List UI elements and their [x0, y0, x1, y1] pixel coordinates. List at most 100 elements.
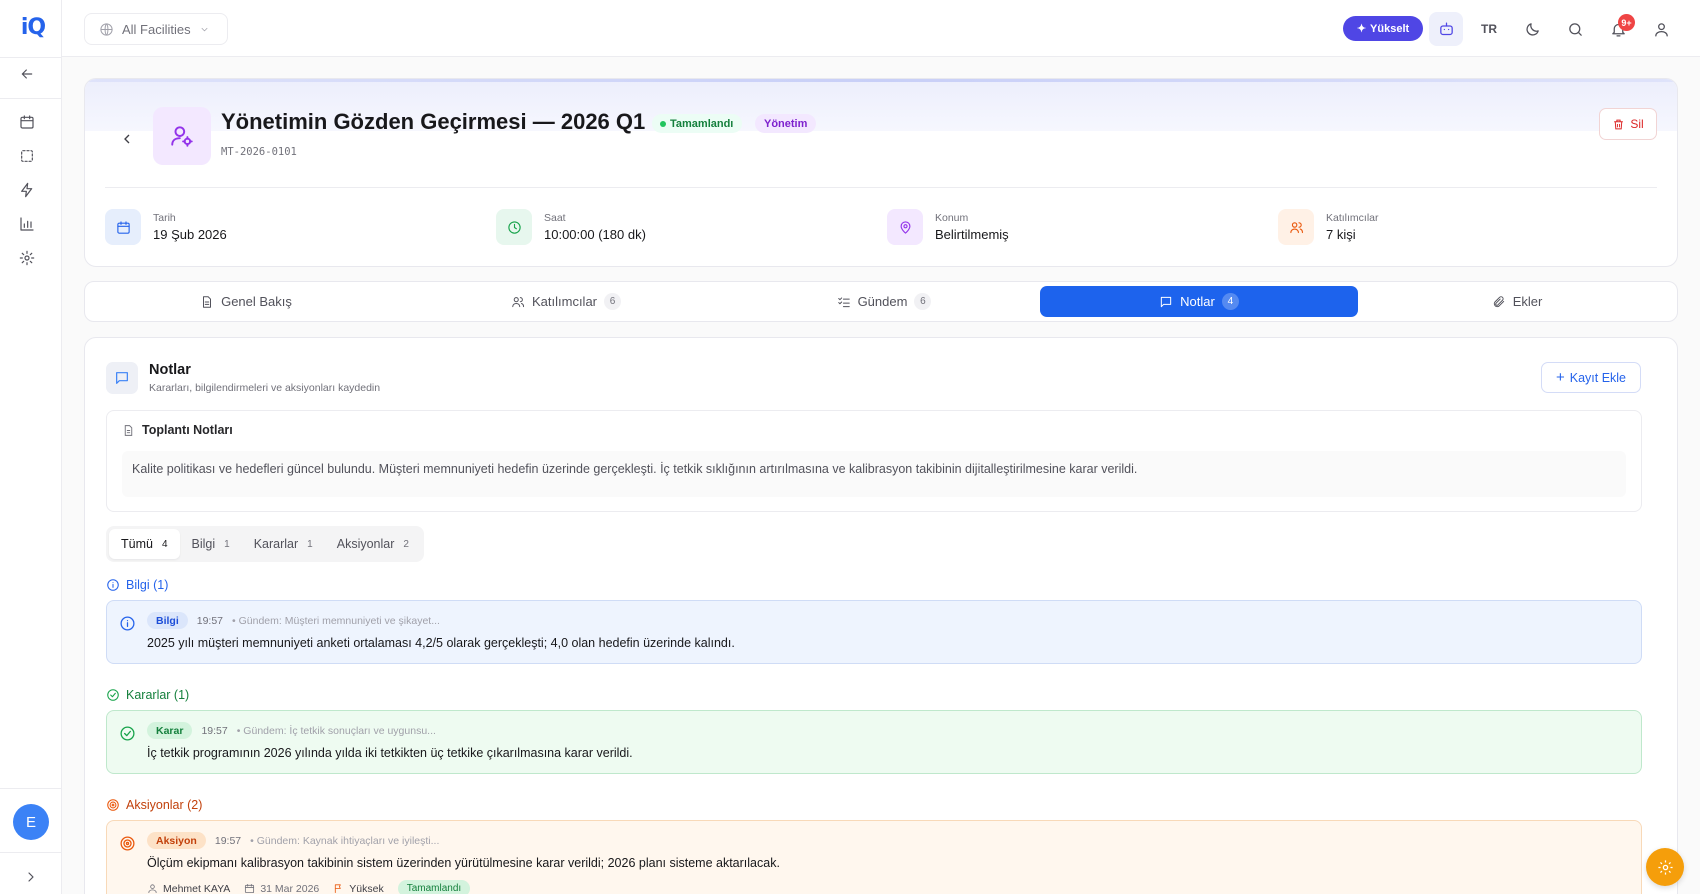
info-time: Saat 10:00:00 (180 dk): [496, 209, 646, 245]
info-value: 7 kişi: [1326, 227, 1356, 242]
filter-count: 1: [224, 538, 230, 550]
list-check-icon: [837, 296, 850, 307]
sidebar-divider: [0, 852, 62, 853]
tab-attachments[interactable]: Ekler: [1361, 286, 1673, 317]
info-label: Konum: [935, 212, 969, 224]
entry-meta: Bilgi 19:57 • Gündem: Müşteri memnuniyet…: [147, 612, 440, 629]
entry-agenda: • Gündem: Kaynak ihtiyaçları ve iyileşti…: [250, 834, 440, 847]
settings-icon[interactable]: [17, 248, 37, 268]
tab-participants[interactable]: Katılımcılar 6: [407, 286, 725, 317]
target-icon: [107, 799, 119, 811]
section-decisions-heading: Kararlar (1): [106, 688, 189, 702]
chevron-right-icon[interactable]: [21, 867, 41, 887]
avatar[interactable]: E: [13, 804, 49, 840]
entry-meta: Aksiyon 19:57 • Gündem: Kaynak ihtiyaçla…: [147, 832, 439, 849]
note-entry-info[interactable]: Bilgi 19:57 • Gündem: Müşteri memnuniyet…: [106, 600, 1642, 664]
target-icon: [118, 834, 136, 852]
trash-icon: [1614, 119, 1624, 129]
filter-decisions[interactable]: Kararlar 1: [242, 529, 325, 559]
message-icon: [1160, 296, 1172, 307]
filter-all[interactable]: Tümü 4: [109, 529, 180, 559]
category-badge: Yönetim: [755, 114, 817, 133]
tab-label: Katılımcılar: [531, 294, 597, 309]
entry-time: 19:57: [196, 614, 224, 627]
action-status-badge: Tamamlandı: [397, 880, 471, 894]
note-entry-action[interactable]: Aksiyon 19:57 • Gündem: Kaynak ihtiyaçla…: [106, 820, 1642, 894]
tab-count: 6: [604, 293, 621, 310]
tabs-bar: Genel Bakış Katılımcılar 6 Gündem 6 Notl…: [84, 281, 1678, 322]
zap-icon[interactable]: [17, 180, 37, 200]
moon-icon: [1525, 22, 1539, 36]
calendar-icon: [105, 209, 141, 245]
document-icon: [124, 424, 133, 436]
tab-overview[interactable]: Genel Bakış: [89, 286, 403, 317]
minutes-header: Toplantı Notları: [122, 423, 233, 437]
section-actions-heading: Aksiyonlar (2): [106, 798, 202, 812]
sidebar-divider: [0, 57, 62, 58]
delete-label: Sil: [1630, 117, 1644, 131]
clock-icon: [496, 209, 532, 245]
header-divider: [105, 187, 1657, 188]
upgrade-button[interactable]: ✦ Yükselt: [1343, 16, 1423, 41]
map-pin-icon: [887, 209, 923, 245]
add-record-button[interactable]: + Kayıt Ekle: [1541, 362, 1641, 393]
upgrade-label: Yükselt: [1370, 22, 1410, 35]
sidebar-divider: [0, 788, 62, 789]
delete-button[interactable]: Sil: [1599, 108, 1657, 140]
filter-label: Kararlar: [253, 537, 299, 551]
section-title: Kararlar (1): [126, 688, 190, 702]
back-arrow-icon[interactable]: [17, 64, 37, 84]
priority-label: Yüksek: [349, 882, 384, 894]
info-label: Tarih: [153, 212, 176, 224]
user-cog-icon: [171, 126, 193, 147]
owner-name: Mehmet KAYA: [163, 882, 231, 894]
meeting-header-card: Yönetimin Gözden Geçirmesi — 2026 Q1 Tam…: [84, 78, 1678, 267]
tab-agenda[interactable]: Gündem 6: [725, 286, 1043, 317]
tab-label: Genel Bakış: [221, 294, 292, 309]
action-due-date: 31 Mar 2026: [244, 883, 319, 894]
info-icon: [118, 614, 136, 632]
minutes-title: Toplantı Notları: [142, 423, 233, 437]
filter-actions[interactable]: Aksiyonlar 2: [325, 529, 421, 559]
profile-button[interactable]: [1644, 12, 1678, 46]
calendar-icon: [245, 883, 255, 894]
facility-selector[interactable]: All Facilities: [84, 13, 228, 45]
entry-type-tag: Karar: [147, 722, 193, 739]
tab-count: 4: [1221, 293, 1239, 310]
entry-text: Ölçüm ekipmanı kalibrasyon takibinin sis…: [147, 856, 780, 870]
facility-label: All Facilities: [122, 21, 191, 37]
bar-chart-icon[interactable]: [17, 214, 37, 234]
gear-icon: [1657, 859, 1673, 875]
section-title: Bilgi (1): [126, 578, 169, 592]
floating-settings-button[interactable]: [1646, 848, 1684, 886]
app-logo[interactable]: iQ: [18, 12, 48, 42]
back-button[interactable]: [115, 127, 139, 151]
tab-notes[interactable]: Notlar 4: [1040, 286, 1358, 317]
calendar-icon[interactable]: [17, 112, 37, 132]
search-icon: [1568, 22, 1582, 36]
filter-info[interactable]: Bilgi 1: [180, 529, 242, 559]
note-entry-decision[interactable]: Karar 19:57 • Gündem: İç tetkik sonuçlar…: [106, 710, 1642, 774]
entry-agenda: • Gündem: İç tetkik sonuçları ve uygunsu…: [236, 724, 436, 737]
users-icon: [1278, 209, 1314, 245]
entry-type-tag: Aksiyon: [147, 832, 206, 849]
notes-subtitle: Kararları, bilgilendirmeleri ve aksiyonl…: [149, 382, 381, 394]
filter-label: Aksiyonlar: [336, 537, 395, 551]
entry-time: 19:57: [214, 834, 242, 847]
tab-label: Notlar: [1180, 294, 1215, 309]
language-button[interactable]: TR: [1472, 12, 1506, 46]
notifications-button[interactable]: 9+: [1601, 12, 1635, 46]
ai-assistant-button[interactable]: [1429, 12, 1463, 46]
meeting-minutes-card: Toplantı Notları Kalite politikası ve he…: [106, 410, 1642, 512]
dashed-square-icon[interactable]: [17, 146, 37, 166]
sparkles-icon: ✦: [1356, 23, 1367, 35]
section-info-heading: Bilgi (1): [106, 578, 168, 592]
tab-count: 6: [914, 293, 932, 310]
info-icon: [107, 579, 119, 591]
minutes-text[interactable]: Kalite politikası ve hedefleri güncel bu…: [122, 451, 1626, 497]
chevron-down-icon: [201, 27, 208, 31]
filter-label: Bilgi: [191, 537, 216, 551]
theme-toggle-button[interactable]: [1515, 12, 1549, 46]
filter-count: 1: [307, 538, 313, 550]
search-button[interactable]: [1558, 12, 1592, 46]
